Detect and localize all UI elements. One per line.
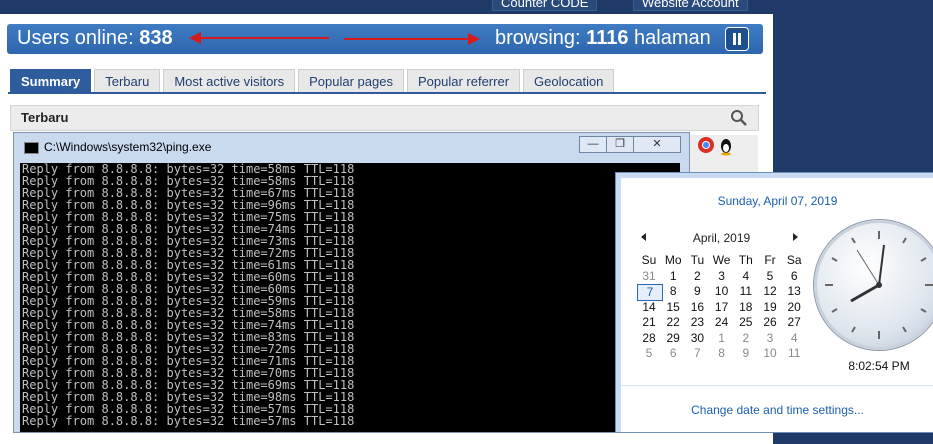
calendar-day[interactable]: 6 bbox=[782, 269, 806, 284]
calendar-day[interactable]: 12 bbox=[758, 284, 782, 299]
calendar-day[interactable]: 10 bbox=[710, 284, 734, 299]
calendar-day[interactable]: 16 bbox=[685, 300, 709, 315]
website-account-link[interactable]: Website Account bbox=[633, 0, 748, 11]
calendar-day[interactable]: 29 bbox=[661, 331, 685, 346]
digital-time: 8:02:54 PM bbox=[848, 359, 910, 373]
analog-clock bbox=[814, 220, 933, 350]
weekday-header: Tu bbox=[690, 253, 705, 267]
calendar-day[interactable]: 25 bbox=[734, 315, 758, 330]
tab-summary[interactable]: Summary bbox=[10, 69, 92, 93]
browsing-unit: halaman bbox=[634, 27, 711, 49]
browsing-label: browsing: bbox=[495, 27, 581, 49]
calendar-day[interactable]: 18 bbox=[734, 300, 758, 315]
browsing-count: 1116 bbox=[586, 27, 629, 49]
tab-underline bbox=[8, 92, 766, 94]
change-date-time-link[interactable]: Change date and time settings... bbox=[621, 403, 933, 417]
calendar-day[interactable]: 17 bbox=[710, 300, 734, 315]
pause-button[interactable] bbox=[725, 27, 749, 51]
calendar-day[interactable]: 15 bbox=[661, 300, 685, 315]
users-online-label: Users online: bbox=[17, 27, 134, 49]
tab-most-active-visitors[interactable]: Most active visitors bbox=[163, 69, 296, 93]
calendar-day[interactable]: 30 bbox=[685, 331, 709, 346]
calendar-day[interactable]: 7 bbox=[685, 346, 709, 361]
weekday-header: Su bbox=[641, 253, 657, 267]
tab-bar: Summary Terbaru Most active visitors Popula… bbox=[10, 69, 617, 93]
calendar-day[interactable]: 23 bbox=[685, 315, 709, 330]
console-output: Reply from 8.8.8.8: bytes=32 time=58ms T… bbox=[20, 163, 680, 432]
users-online: Users online: 838 bbox=[17, 27, 173, 50]
console-title: C:\Windows\system32\ping.exe bbox=[44, 140, 212, 154]
tab-popular-pages[interactable]: Popular pages bbox=[298, 69, 404, 93]
month-label[interactable]: April, 2019 bbox=[639, 231, 804, 245]
calendar-day[interactable]: 9 bbox=[685, 284, 709, 299]
calendar-day[interactable]: 5 bbox=[758, 269, 782, 284]
calendar-day[interactable]: 11 bbox=[734, 284, 758, 299]
calendar-day[interactable]: 31 bbox=[637, 269, 661, 284]
online-header: Users online: 838 browsing: 1116 halaman bbox=[7, 24, 763, 54]
browsing-stat: browsing: 1116 halaman bbox=[495, 27, 711, 50]
maximize-button[interactable]: ❐ bbox=[606, 136, 634, 153]
calendar-day[interactable]: 3 bbox=[710, 269, 734, 284]
weekday-header: Fr bbox=[764, 253, 776, 267]
calendar-day[interactable]: 8 bbox=[710, 346, 734, 361]
calendar-panel: Sunday, April 07, 2019 April, 2019 Su Mo T… bbox=[621, 178, 933, 432]
calendar-day[interactable]: 2 bbox=[685, 269, 709, 284]
calendar-day[interactable]: 8 bbox=[661, 284, 685, 299]
console-line: Reply from 8.8.8.8: bytes=32 time=57ms T… bbox=[22, 414, 355, 428]
calendar-day[interactable]: 20 bbox=[782, 300, 806, 315]
calendar-day[interactable]: 11 bbox=[782, 346, 806, 361]
calendar-day[interactable]: 24 bbox=[710, 315, 734, 330]
calendar-day[interactable]: 5 bbox=[637, 346, 661, 361]
calendar-day[interactable]: 3 bbox=[758, 331, 782, 346]
counter-code-label: Counter CODE bbox=[501, 0, 589, 10]
red-arrow-left bbox=[197, 37, 329, 39]
calendar-day[interactable]: 13 bbox=[782, 284, 806, 299]
calendar-day[interactable]: 22 bbox=[661, 315, 685, 330]
calendar-day[interactable]: 1 bbox=[661, 269, 685, 284]
search-icon[interactable] bbox=[730, 109, 748, 127]
users-online-count: 838 bbox=[139, 27, 173, 49]
counter-code-link[interactable]: Counter CODE bbox=[492, 0, 598, 11]
section-title: Terbaru bbox=[21, 110, 69, 125]
next-month-icon[interactable] bbox=[793, 233, 798, 241]
website-account-label: Website Account bbox=[642, 0, 739, 10]
arrowhead-right-icon bbox=[468, 33, 480, 45]
ping-console-window: C:\Windows\system32\ping.exe — ❐ ✕ Reply… bbox=[13, 132, 690, 433]
section-header: Terbaru bbox=[10, 105, 759, 131]
red-arrow-right bbox=[344, 38, 470, 40]
calendar-day[interactable]: 21 bbox=[637, 315, 661, 330]
console-icon bbox=[24, 142, 39, 154]
calendar-day[interactable]: 10 bbox=[758, 346, 782, 361]
calendar-day[interactable]: 9 bbox=[734, 346, 758, 361]
full-date-link[interactable]: Sunday, April 07, 2019 bbox=[621, 194, 933, 208]
calendar-day[interactable]: 1 bbox=[710, 331, 734, 346]
clock-face-icon bbox=[825, 231, 933, 339]
calendar-day[interactable]: 27 bbox=[782, 315, 806, 330]
calendar-day[interactable]: 4 bbox=[734, 269, 758, 284]
weekday-header: We bbox=[712, 253, 731, 267]
calendar-day[interactable]: 7 bbox=[637, 284, 663, 301]
tab-popular-referrer[interactable]: Popular referrer bbox=[406, 69, 521, 93]
calendar-clock-popup: Sunday, April 07, 2019 April, 2019 Su Mo T… bbox=[615, 172, 933, 433]
weekday-header: Th bbox=[738, 253, 753, 267]
calendar-day[interactable]: 2 bbox=[734, 331, 758, 346]
browser-icons-strip bbox=[690, 135, 758, 175]
calendar-day[interactable]: 6 bbox=[661, 346, 685, 361]
calendar-day[interactable]: 4 bbox=[782, 331, 806, 346]
calendar-day[interactable]: 19 bbox=[758, 300, 782, 315]
minimize-button[interactable]: — bbox=[579, 136, 607, 153]
calendar-day[interactable]: 28 bbox=[637, 331, 661, 346]
close-button[interactable]: ✕ bbox=[633, 136, 681, 153]
arrowhead-left-icon bbox=[189, 32, 201, 44]
weekday-header: Mo bbox=[664, 253, 682, 267]
tab-terbaru[interactable]: Terbaru bbox=[94, 69, 161, 93]
tab-geolocation[interactable]: Geolocation bbox=[523, 69, 615, 93]
calendar-divider bbox=[621, 385, 933, 386]
calendar-day[interactable]: 26 bbox=[758, 315, 782, 330]
chrome-linux-icons bbox=[698, 137, 731, 156]
weekday-header: Sa bbox=[786, 253, 802, 267]
calendar-day[interactable]: 14 bbox=[637, 300, 661, 315]
